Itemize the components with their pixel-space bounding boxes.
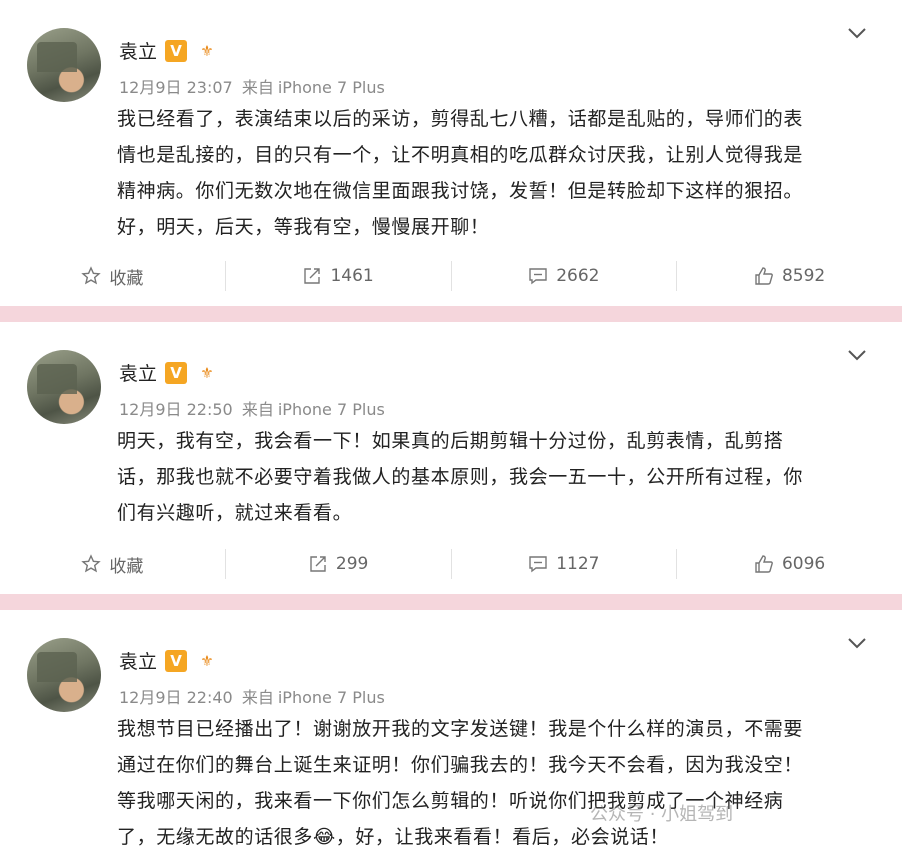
post-text-line: 好，明天，后天，等我有空，慢慢展开聊！ [117, 216, 490, 238]
author-name[interactable]: 袁立 [119, 647, 157, 674]
favorite-button[interactable]: 收藏 [0, 264, 225, 289]
thumbs-up-icon [754, 266, 774, 286]
member-level-icon: ⚜ [200, 363, 214, 382]
author-name[interactable]: 袁立 [119, 37, 157, 64]
weibo-post-3: 袁立 V ⚜ 12月9日 22:40 来自 iPhone 7 Plus 我想节目已… [0, 610, 902, 848]
repost-count: 1461 [330, 266, 374, 286]
verified-badge-icon: V [165, 361, 188, 384]
favorite-label: 收藏 [109, 268, 144, 289]
repost-count: 299 [335, 554, 369, 574]
star-icon [81, 554, 102, 574]
favorite-button[interactable]: 收藏 [0, 552, 225, 577]
post-time[interactable]: 12月9日 23:07 [119, 78, 233, 97]
post-source: iPhone 7 Plus [277, 400, 385, 419]
comment-button[interactable]: 1127 [452, 554, 677, 574]
post-text-line: 们有兴趣听，就过来看看。 [117, 502, 353, 524]
favorite-label: 收藏 [109, 556, 144, 577]
author-avatar[interactable] [27, 638, 101, 712]
like-button[interactable]: 6096 [677, 554, 902, 574]
weibo-post-2: 袁立 V ⚜ 12月9日 22:50 来自 iPhone 7 Plus 明天，我有… [0, 322, 902, 594]
member-level-icon: ⚜ [200, 41, 214, 60]
post-time[interactable]: 12月9日 22:40 [119, 688, 233, 707]
post-text: 我已经看了，表演结束以后的采访，剪得乱七八糟，话都是乱贴的，导师们的表 情也是乱… [117, 101, 867, 245]
post-source-prefix: 来自 [241, 78, 274, 97]
comment-icon [528, 266, 548, 286]
thumbs-up-icon [754, 554, 774, 574]
post-divider [0, 306, 902, 322]
post-text-line: 话，那我也就不必要守着我做人的基本原则，我会一五一十，公开所有过程，你 [117, 466, 804, 488]
post-time[interactable]: 12月9日 22:50 [119, 400, 233, 419]
post-actions: 收藏 1461 2662 8592 [0, 252, 902, 300]
chevron-down-icon[interactable] [846, 24, 868, 40]
post-text: 明天，我有空，我会看一下！如果真的后期剪辑十分过份，乱剪表情，乱剪搭 话，那我也… [117, 423, 867, 531]
watermark: 公众号 · 小姐驾到 [590, 804, 734, 825]
author-row: 袁立 V ⚜ [119, 647, 219, 674]
post-text: 我想节目已经播出了！谢谢放开我的文字发送键！我是个什么样的演员，不需要 通过在你… [117, 711, 867, 855]
like-count: 8592 [781, 266, 826, 286]
post-source: iPhone 7 Plus [277, 78, 385, 97]
post-text-line: 明天，我有空，我会看一下！如果真的后期剪辑十分过份，乱剪表情，乱剪搭 [117, 430, 784, 452]
weibo-post-1: 袁立 V ⚜ 12月9日 23:07 来自 iPhone 7 Plus 我已经看了… [0, 0, 902, 306]
comment-button[interactable]: 2662 [452, 266, 677, 286]
chevron-down-icon[interactable] [846, 346, 868, 362]
author-avatar[interactable] [27, 350, 101, 424]
star-icon [81, 266, 102, 286]
repost-button[interactable]: 299 [226, 554, 451, 574]
post-text-line: 通过在你们的舞台上诞生来证明！你们骗我去的！我今天不会看，因为我没空！ [117, 754, 804, 776]
comment-icon [528, 554, 548, 574]
member-level-icon: ⚜ [200, 651, 214, 670]
comment-count: 2662 [556, 266, 600, 286]
post-source-prefix: 来自 [241, 400, 274, 419]
post-text-line: 我想节目已经播出了！谢谢放开我的文字发送键！我是个什么样的演员，不需要 [117, 718, 804, 740]
like-count: 6096 [781, 554, 826, 574]
repost-icon [308, 554, 328, 574]
post-source: iPhone 7 Plus [277, 688, 385, 707]
repost-button[interactable]: 1461 [226, 266, 451, 286]
post-text-line: 了，无缘无故的话很多😂，好，让我来看看！看后，必会说话！ [117, 826, 670, 848]
author-avatar[interactable] [27, 28, 101, 102]
post-meta: 12月9日 22:50 来自 iPhone 7 Plus [119, 396, 385, 420]
like-button[interactable]: 8592 [677, 266, 902, 286]
post-meta: 12月9日 23:07 来自 iPhone 7 Plus [119, 74, 385, 98]
post-source-prefix: 来自 [241, 688, 274, 707]
post-actions: 收藏 299 1127 6096 [0, 540, 902, 588]
repost-icon [302, 266, 322, 286]
verified-badge-icon: V [165, 39, 188, 62]
chevron-down-icon[interactable] [846, 634, 868, 650]
post-meta: 12月9日 22:40 来自 iPhone 7 Plus [119, 684, 385, 708]
author-row: 袁立 V ⚜ [119, 359, 219, 386]
author-row: 袁立 V ⚜ [119, 37, 219, 64]
verified-badge-icon: V [165, 649, 188, 672]
post-divider [0, 594, 902, 610]
post-text-line: 精神病。你们无数次地在微信里面跟我讨饶，发誓！但是转脸却下这样的狠招。 [117, 180, 804, 202]
post-text-line: 我已经看了，表演结束以后的采访，剪得乱七八糟，话都是乱贴的，导师们的表 [117, 108, 804, 130]
post-text-line: 等我哪天闲的，我来看一下你们怎么剪辑的！听说你们把我剪成了一个神经病 [117, 790, 784, 812]
author-name[interactable]: 袁立 [119, 359, 157, 386]
post-text-line: 情也是乱接的，目的只有一个，让不明真相的吃瓜群众讨厌我，让别人觉得我是 [117, 144, 804, 166]
comment-count: 1127 [556, 554, 600, 574]
